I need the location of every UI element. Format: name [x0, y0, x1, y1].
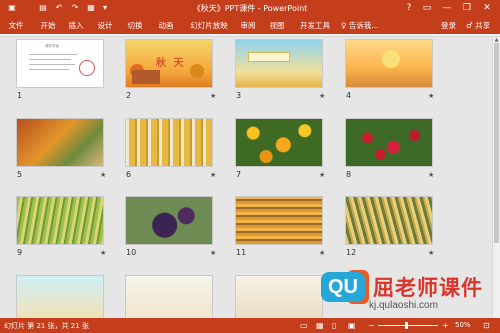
slide-number: 1	[17, 91, 23, 100]
scrollbar-thumb[interactable]	[494, 43, 499, 243]
zoom-slider[interactable]	[378, 325, 438, 326]
transition-star-icon: ★	[210, 92, 217, 100]
slide-sorter-view-icon[interactable]: ▦	[316, 320, 324, 331]
slide-thumbnail-7[interactable]	[235, 118, 323, 167]
text-box	[248, 52, 290, 62]
text-line	[29, 59, 71, 60]
login-button[interactable]: 登录	[441, 17, 456, 34]
transition-star-icon: ★	[210, 171, 217, 179]
ribbon-tabs: 文件 开始 插入 设计 切换 动画 幻灯片放映 审阅 视图 开发工具 ♀ 告诉我…	[0, 17, 500, 34]
watermark: QU 屈老师课件 kj.qulaoshi.com	[321, 270, 496, 318]
slide-number: 2	[126, 91, 132, 100]
tab-home[interactable]: 开始	[36, 17, 60, 34]
slide-number: 4	[346, 91, 352, 100]
slide-number: 5	[17, 170, 23, 179]
slide-thumbnail-3[interactable]	[235, 39, 323, 88]
fit-to-window-icon[interactable]: ⊡	[483, 320, 490, 331]
zoom-slider-thumb[interactable]	[405, 322, 408, 329]
watermark-logo: QU	[321, 272, 365, 302]
transition-star-icon: ★	[428, 171, 435, 179]
slide-number: 8	[346, 170, 352, 179]
tab-developer[interactable]: 开发工具	[296, 17, 334, 34]
slideshow-view-icon[interactable]: ▣	[348, 320, 356, 331]
text-line	[29, 69, 69, 70]
title-bar: ▣ ▤ ↶ ↷ ▦ ▾ 《秋天》PPT课件 - PowerPoint ? ▭ —…	[0, 0, 500, 17]
transition-star-icon: ★	[428, 249, 435, 257]
status-bar: 幻灯片 第 21 张，共 21 张 ▭ ▦ ▯ ▣ − + 50% ⊡	[0, 318, 500, 333]
slide-thumbnail-13[interactable]	[16, 275, 104, 318]
tab-design[interactable]: 设计	[93, 17, 117, 34]
slide-thumbnail-11[interactable]	[235, 196, 323, 245]
transition-star-icon: ★	[319, 92, 326, 100]
slide-thumbnail-4[interactable]	[345, 39, 433, 88]
slide-number: 9	[17, 248, 23, 257]
stamp-icon	[79, 60, 95, 76]
zoom-out-icon[interactable]: −	[368, 320, 375, 331]
tab-file[interactable]: 文件	[3, 17, 29, 34]
house-icon	[132, 70, 160, 84]
text-line	[29, 54, 77, 55]
slide-thumbnail-14[interactable]	[125, 275, 213, 318]
zoom-in-icon[interactable]: +	[442, 320, 449, 331]
slide-thumbnail-10[interactable]	[125, 196, 213, 245]
slide-number: 7	[236, 170, 242, 179]
ribbon-display-options-button[interactable]: ▭	[420, 1, 434, 15]
slide-count-status: 幻灯片 第 21 张，共 21 张	[4, 322, 89, 330]
slide-number: 3	[236, 91, 242, 100]
transition-star-icon: ★	[428, 92, 435, 100]
transition-star-icon: ★	[319, 249, 326, 257]
slide-1-title: 课前导读	[45, 44, 59, 48]
slide-thumbnail-15[interactable]	[235, 275, 323, 318]
normal-view-icon[interactable]: ▭	[300, 320, 308, 331]
restore-button[interactable]: ❐	[460, 1, 474, 15]
slide-number: 12	[346, 248, 357, 257]
watermark-url: kj.qulaoshi.com	[369, 300, 438, 311]
slide-2-title: 秋 天	[156, 58, 186, 69]
slide-thumbnail-6[interactable]	[125, 118, 213, 167]
tell-me-search[interactable]: ♀ 告诉我...	[341, 17, 379, 34]
zoom-level[interactable]: 50%	[455, 321, 471, 329]
help-button[interactable]: ?	[402, 1, 416, 15]
slide-thumbnail-8[interactable]	[345, 118, 433, 167]
tree-icon	[190, 64, 204, 78]
slide-thumbnail-1[interactable]: 课前导读	[16, 39, 104, 88]
tab-transitions[interactable]: 切换	[123, 17, 147, 34]
reading-view-icon[interactable]: ▯	[332, 320, 336, 331]
sun-icon	[382, 50, 400, 68]
transition-star-icon: ★	[100, 249, 107, 257]
minimize-button[interactable]: —	[440, 1, 454, 15]
slide-number: 10	[126, 248, 137, 257]
transition-star-icon: ★	[319, 171, 326, 179]
tab-animations[interactable]: 动画	[154, 17, 178, 34]
close-button[interactable]: ✕	[480, 1, 494, 15]
share-button[interactable]: ♂ 共享	[466, 17, 490, 34]
slide-thumbnail-5[interactable]	[16, 118, 104, 167]
slide-number: 11	[236, 248, 247, 257]
slide-number: 6	[126, 170, 132, 179]
tab-slideshow[interactable]: 幻灯片放映	[183, 17, 235, 34]
tab-insert[interactable]: 插入	[64, 17, 88, 34]
slide-thumbnail-9[interactable]	[16, 196, 104, 245]
tab-view[interactable]: 视图	[265, 17, 289, 34]
transition-star-icon: ★	[100, 171, 107, 179]
watermark-site-name: 屈老师课件	[373, 276, 483, 300]
tab-review[interactable]: 审阅	[236, 17, 260, 34]
text-line	[29, 64, 75, 65]
slide-thumbnail-2[interactable]: 秋 天	[125, 39, 213, 88]
slide-thumbnail-12[interactable]	[345, 196, 433, 245]
transition-star-icon: ★	[210, 249, 217, 257]
